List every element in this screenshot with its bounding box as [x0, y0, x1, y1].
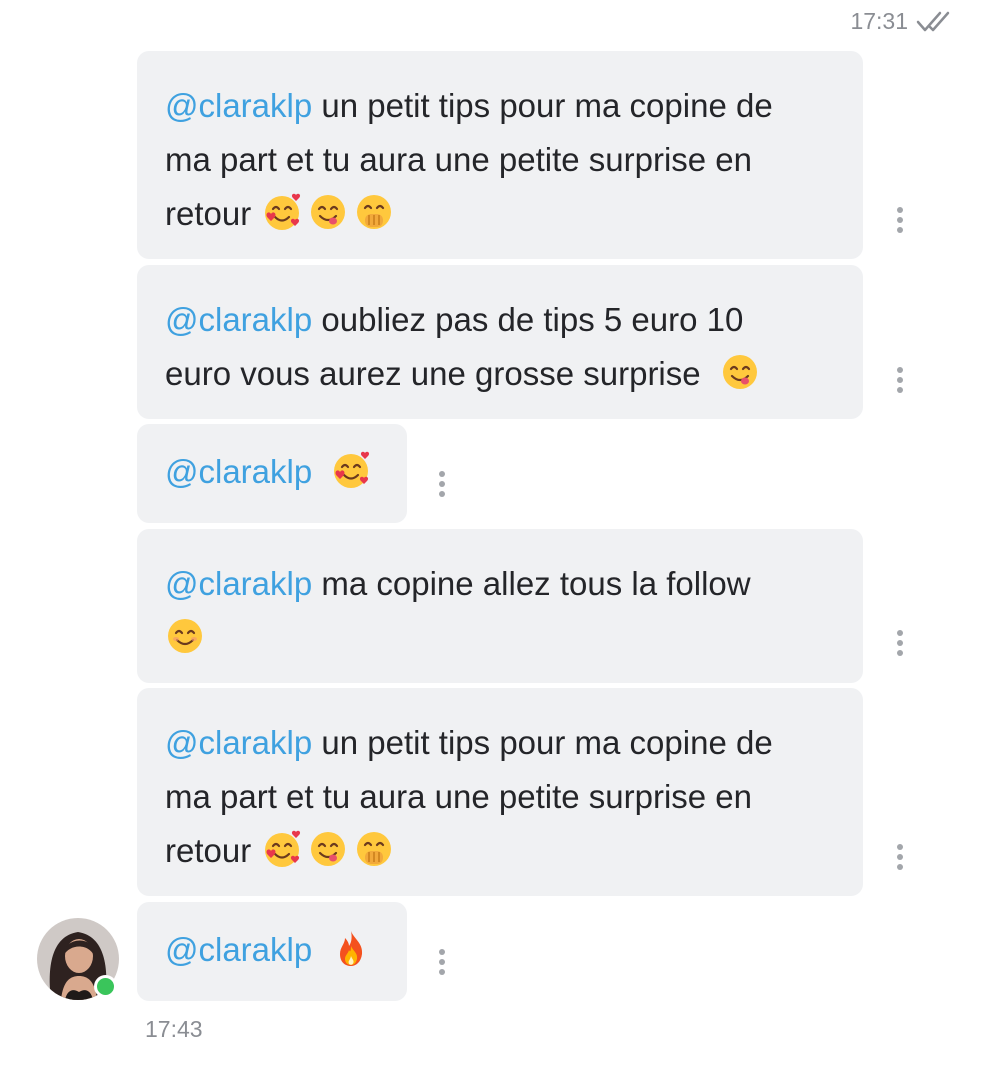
- more-options-icon[interactable]: [897, 367, 905, 393]
- mention-link[interactable]: @claraklp: [165, 453, 312, 490]
- message-bubble[interactable]: @claraklp un petit tips pour ma copine d…: [137, 51, 863, 259]
- message-line: @claraklp: [165, 445, 379, 499]
- mention-link[interactable]: @claraklp: [165, 724, 312, 761]
- more-options-icon[interactable]: [897, 207, 905, 233]
- message-bubble[interactable]: @claraklp: [137, 902, 407, 1001]
- avatar[interactable]: [37, 918, 119, 1000]
- face-savoring-food-emoji: [722, 355, 757, 389]
- message-line: retour: [165, 824, 835, 878]
- smiling-face-with-hearts-emoji: [334, 451, 370, 488]
- more-options-icon[interactable]: [897, 844, 905, 870]
- message-line: @claraklp ma copine allez tous la follow: [165, 565, 751, 602]
- face-with-hand-over-mouth-emoji: [357, 832, 392, 866]
- more-options-icon[interactable]: [897, 630, 905, 656]
- mention-link[interactable]: @claraklp: [165, 87, 312, 124]
- message-status: 17:31: [850, 8, 958, 35]
- message-bubble[interactable]: @claraklp: [137, 424, 407, 523]
- mention-link[interactable]: @claraklp: [165, 301, 312, 338]
- chat-screen: 17:31 @claraklp un petit tips pour ma co…: [0, 0, 1000, 1070]
- double-check-icon: [916, 10, 958, 34]
- message-line: ma part et tu aura une petite surprise e…: [165, 141, 753, 178]
- message-line: @claraklp un petit tips pour ma copine d…: [165, 87, 773, 124]
- smiling-face-with-hearts-emoji: [265, 830, 301, 867]
- message-bubble[interactable]: @claraklp oubliez pas de tips 5 euro 10 …: [137, 265, 863, 419]
- face-savoring-food-emoji: [311, 832, 346, 866]
- smiling-face-emoji: [168, 619, 202, 653]
- message-bubble[interactable]: @claraklp un petit tips pour ma copine d…: [137, 688, 863, 896]
- message-line: @claraklp: [165, 923, 379, 977]
- message-line: retour: [165, 187, 835, 241]
- face-savoring-food-emoji: [311, 195, 346, 229]
- fire-emoji: [340, 931, 363, 966]
- message-line: @claraklp oubliez pas de tips 5 euro 10: [165, 301, 744, 338]
- message-line: euro vous aurez une grosse surprise: [165, 347, 835, 401]
- more-options-icon[interactable]: [439, 471, 447, 497]
- more-options-icon[interactable]: [439, 949, 447, 975]
- message-line: ma part et tu aura une petite surprise e…: [165, 778, 753, 815]
- sent-time: 17:31: [850, 8, 908, 34]
- message-bubble[interactable]: @claraklp ma copine allez tous la follow: [137, 529, 863, 683]
- smiling-face-with-hearts-emoji: [265, 193, 301, 230]
- online-status-indicator: [94, 975, 117, 998]
- face-with-hand-over-mouth-emoji: [357, 195, 392, 229]
- message-line: @claraklp un petit tips pour ma copine d…: [165, 724, 773, 761]
- mention-link[interactable]: @claraklp: [165, 931, 312, 968]
- message-line: [165, 611, 835, 665]
- mention-link[interactable]: @claraklp: [165, 565, 312, 602]
- message-time: 17:43: [145, 1016, 203, 1042]
